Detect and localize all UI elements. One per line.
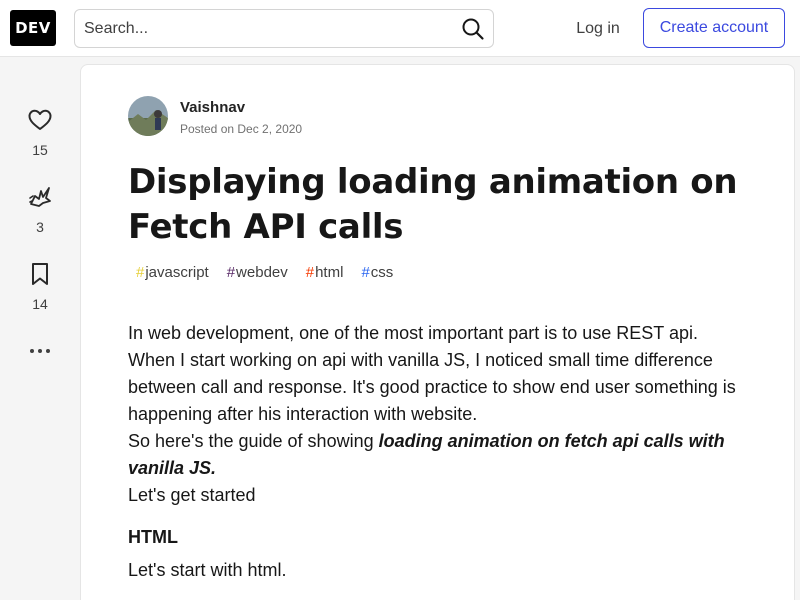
body-paragraph: Let's get started — [128, 485, 256, 505]
article-title: Displaying loading animation on Fetch AP… — [128, 162, 738, 247]
unicorn-count: 3 — [36, 219, 44, 235]
tag-html[interactable]: #html — [298, 262, 350, 283]
tag-hash: # — [136, 264, 145, 281]
bookmark-button[interactable]: 14 — [20, 259, 60, 312]
search-box — [74, 9, 494, 48]
bookmark-icon — [20, 259, 60, 289]
tag-hash: # — [305, 264, 315, 281]
body-paragraph: Let's start with html. — [128, 560, 287, 580]
body-text: So here's the guide of showing — [128, 431, 379, 451]
dev-logo[interactable]: DEV — [10, 10, 56, 46]
tag-hash: # — [226, 264, 236, 281]
tag-label: webdev — [236, 264, 288, 281]
tag-list: #javascript #webdev #html #css — [128, 262, 399, 283]
body-paragraph: In web development, one of the most impo… — [128, 323, 736, 424]
post-date: Posted on Dec 2, 2020 — [180, 122, 303, 136]
tag-javascript[interactable]: #javascript — [128, 262, 215, 283]
heart-count: 15 — [32, 142, 48, 158]
tag-css[interactable]: #css — [353, 262, 399, 283]
login-link[interactable]: Log in — [560, 9, 636, 48]
tag-label: html — [315, 264, 344, 281]
article-body: In web development, one of the most impo… — [128, 320, 748, 509]
create-account-button[interactable]: Create account — [643, 8, 785, 48]
more-horizontal-icon — [20, 336, 60, 366]
heart-reaction-button[interactable]: 15 — [20, 105, 60, 158]
section-heading-html: HTML — [128, 527, 178, 547]
author-avatar[interactable] — [128, 96, 168, 136]
tag-label: css — [370, 264, 394, 281]
unicorn-reaction-button[interactable]: 3 — [20, 182, 60, 235]
author-name[interactable]: Vaishnav — [180, 99, 245, 116]
heart-icon — [20, 105, 60, 135]
tag-webdev[interactable]: #webdev — [219, 262, 294, 283]
body-paragraph: So here's the guide of showing loading a… — [128, 428, 748, 482]
bookmark-count: 14 — [32, 296, 48, 312]
tag-hash: # — [361, 264, 370, 281]
tag-label: javascript — [145, 264, 209, 281]
search-icon[interactable] — [459, 15, 487, 43]
more-options-button[interactable] — [20, 336, 60, 366]
top-header: DEV Log in Create account — [0, 0, 800, 57]
unicorn-icon — [20, 182, 60, 212]
search-input[interactable] — [75, 10, 455, 47]
